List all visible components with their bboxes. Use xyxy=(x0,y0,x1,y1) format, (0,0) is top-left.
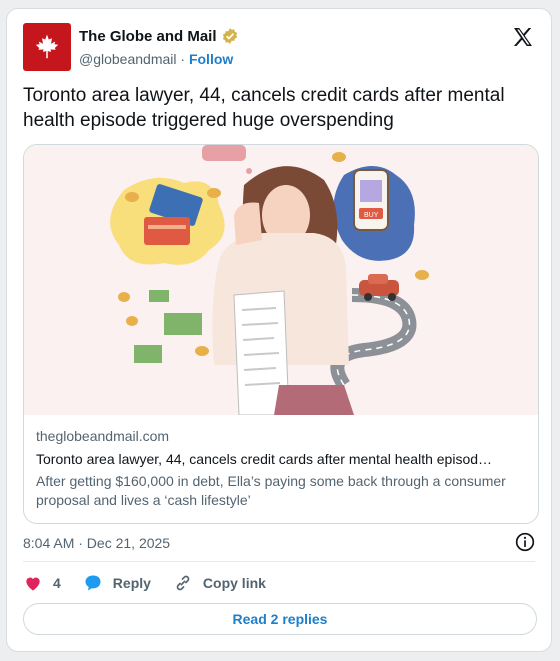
link-domain[interactable]: theglobeandmail.com xyxy=(36,428,528,444)
author-handle-row: @globeandmail · Follow xyxy=(79,51,233,67)
like-count: 4 xyxy=(53,575,61,591)
link-meta: theglobeandmail.com Toronto area lawyer,… xyxy=(36,428,528,510)
read-replies-button[interactable]: Read 2 replies xyxy=(23,603,537,635)
link-description: After getting $160,000 in debt, Ella’s p… xyxy=(36,473,506,508)
buy-label: BUY xyxy=(364,212,379,219)
link-title[interactable]: Toronto area lawyer, 44, cancels credit … xyxy=(36,451,528,467)
tweet-text: Toronto area lawyer, 44, cancels credit … xyxy=(23,85,505,131)
x-logo-icon[interactable] xyxy=(511,25,535,49)
divider xyxy=(23,561,535,562)
article-illustration: BUY xyxy=(24,145,538,415)
verified-badge-icon xyxy=(222,28,237,44)
tweet-timestamp[interactable]: 8:04 AM · Dec 21, 2025 xyxy=(23,535,170,551)
maple-leaf-icon xyxy=(35,34,59,59)
heart-icon xyxy=(26,577,40,591)
copy-link-label: Copy link xyxy=(202,575,266,591)
link-preview-card[interactable]: BUY theglobeandmail.com Toronto area law… xyxy=(23,144,539,524)
follow-link[interactable]: Follow xyxy=(189,51,233,67)
copy-link-button[interactable]: Copy link xyxy=(173,573,266,593)
reply-label: Reply xyxy=(112,575,151,591)
like-button[interactable]: 4 xyxy=(23,573,61,593)
avatar[interactable] xyxy=(23,23,71,71)
link-icon xyxy=(176,575,190,591)
reply-bubble-icon xyxy=(85,575,101,591)
info-icon[interactable] xyxy=(515,532,535,552)
author-handle[interactable]: @globeandmail xyxy=(79,51,177,67)
action-bar: 4 Reply Copy link xyxy=(23,571,288,595)
author-name-row: The Globe and Mail xyxy=(79,27,239,45)
author-name[interactable]: The Globe and Mail xyxy=(79,28,217,45)
reply-button[interactable]: Reply xyxy=(83,573,151,593)
handle-separator: · xyxy=(180,51,186,67)
tweet-card: The Globe and Mail @globeandmail · Follo… xyxy=(6,8,552,652)
